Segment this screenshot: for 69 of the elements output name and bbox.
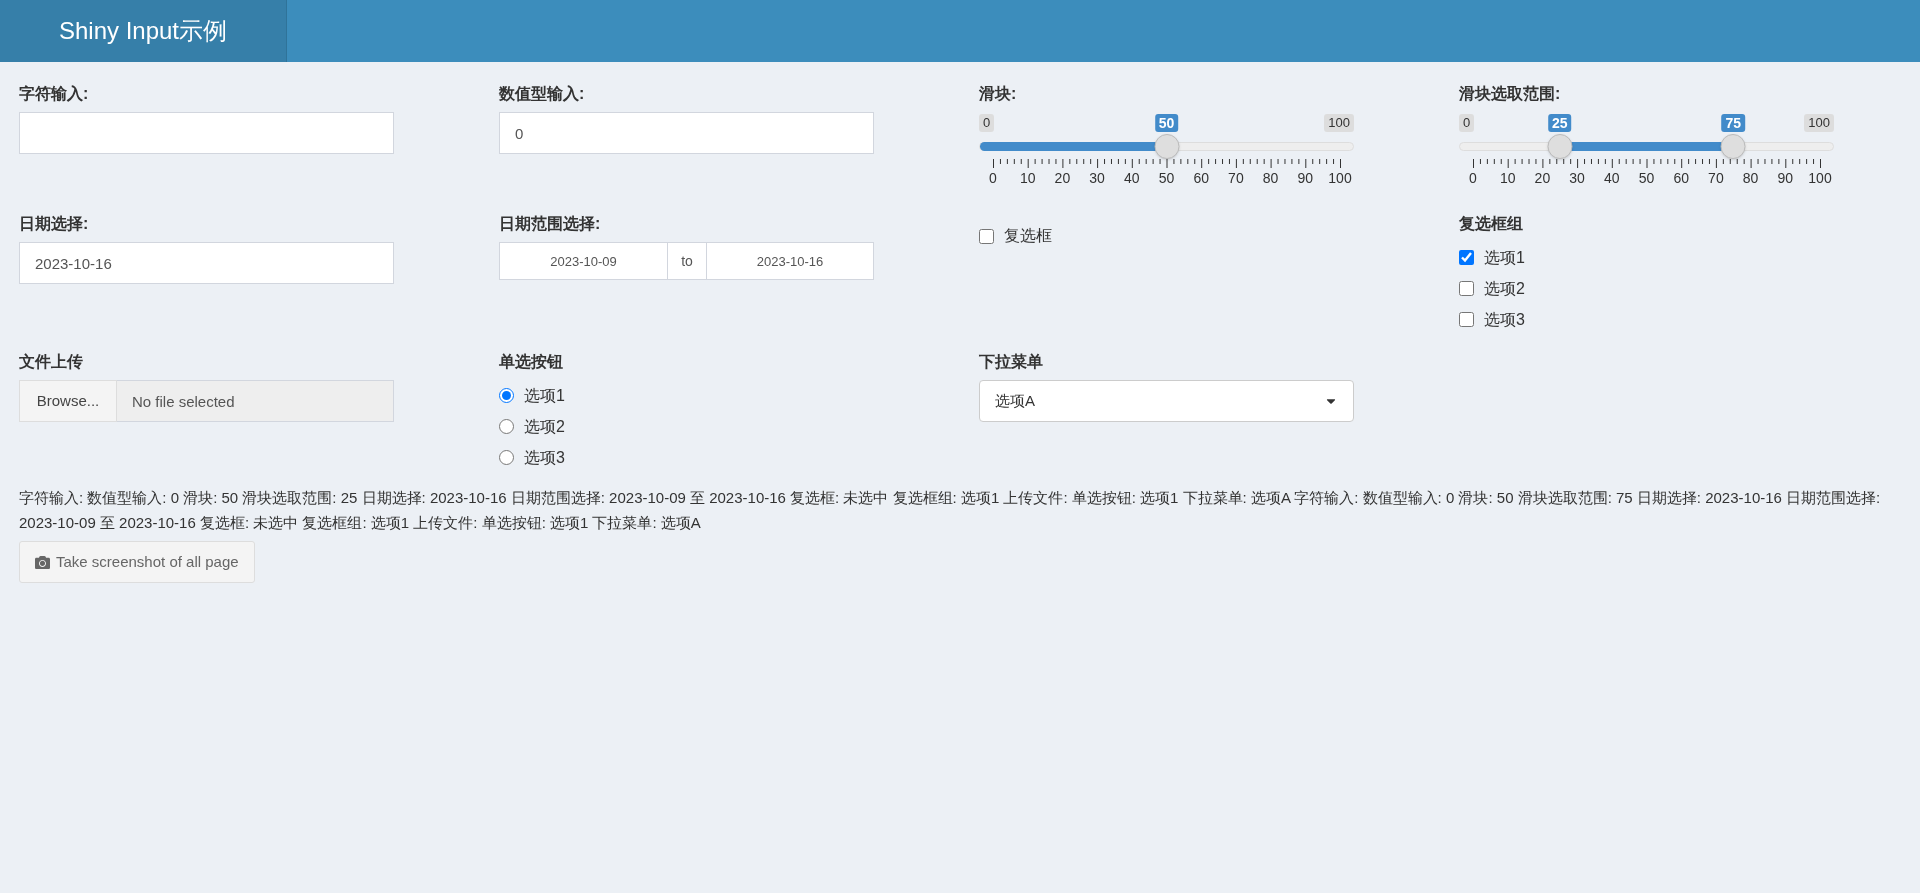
date-input-field[interactable]: 2023-10-16 <box>19 242 394 284</box>
checkbox[interactable] <box>1459 312 1474 327</box>
slider-handle[interactable] <box>1547 134 1573 159</box>
field-label: 下拉菜单 <box>979 352 1044 372</box>
field-label: 文件上传 <box>19 352 84 372</box>
tick-label: 60 <box>1673 169 1689 187</box>
checkbox-label: 选项2 <box>1484 278 1525 299</box>
radio-label: 选项3 <box>524 447 565 468</box>
checkbox-label: 选项1 <box>1484 247 1525 268</box>
slider-value-label: 75 <box>1721 114 1746 132</box>
tick-label: 80 <box>1742 169 1759 187</box>
slider-min-label: 0 <box>979 114 995 132</box>
slider-value-label: 50 <box>1154 114 1179 132</box>
radio-button[interactable] <box>499 450 514 465</box>
radio-label: 选项1 <box>524 385 565 406</box>
tick-label: 10 <box>1019 169 1036 187</box>
tick-label: 0 <box>1469 169 1477 187</box>
tick-label: 20 <box>1534 169 1551 187</box>
slider-handle[interactable] <box>1720 134 1746 159</box>
tick-label: 0 <box>989 169 997 187</box>
slider-max-label: 100 <box>1804 114 1834 132</box>
dropdown-select[interactable]: 选项A <box>979 380 1354 422</box>
checkbox[interactable] <box>979 228 994 244</box>
tick-label: 80 <box>1262 169 1279 187</box>
field-label: 滑块选取范围: <box>1459 84 1562 104</box>
tick-label: 40 <box>1124 169 1140 187</box>
tick-label: 50 <box>1638 169 1655 187</box>
text-input-field[interactable] <box>19 112 394 154</box>
tick-label: 100 <box>1328 169 1352 187</box>
tick-label: 30 <box>1089 169 1105 187</box>
app-title: Shiny Input示例 <box>0 0 287 62</box>
tick-label: 60 <box>1193 169 1209 187</box>
radio-button[interactable] <box>499 388 514 403</box>
radio-button[interactable] <box>499 419 514 434</box>
field-label: 字符输入: <box>19 84 90 104</box>
range-separator-text: to <box>681 251 693 271</box>
field-label: 日期选择: <box>19 214 90 234</box>
tick-label: 100 <box>1808 169 1832 187</box>
slider-handle[interactable] <box>1154 134 1179 159</box>
tick-label: 70 <box>1228 169 1244 187</box>
field-label: 单选按钮 <box>499 352 564 372</box>
file-name-field[interactable]: No file selected <box>117 380 394 422</box>
end-date-field[interactable]: 2023-10-16 <box>706 242 874 280</box>
tick-label: 10 <box>1499 169 1516 187</box>
tick-label: 90 <box>1297 169 1314 187</box>
output-text: 字符输入: 数值型输入: 0 滑块: 50 滑块选取范围: 25 日期选择: 2023-10-16 日期范围选择: 2023-10-09 至 2023-10-16 复选框: 未选中 复选框组: 选项1 上传文件: 单选按钮: 选项1 下拉菜单: 选项A 字符输入: 数值型输入: 0 滑块: 50 滑块选取范围: 75 日期选择: 2023-10-16 日期范围选择: 2023-10-09 至 2023-10-16 复选框: 未选中 复选框组: 选项1 上传文件: 单选按钮: 选项1 下拉菜单: 选项A <box>19 488 1882 533</box>
browse-button[interactable]: Browse... <box>19 380 117 422</box>
tick-label: 30 <box>1569 169 1585 187</box>
slider-value-label: 25 <box>1547 114 1572 132</box>
numeric-input-field[interactable]: 0 <box>499 112 874 154</box>
checkbox[interactable] <box>1459 250 1474 265</box>
field-label: 滑块: <box>979 84 1018 104</box>
tick-label: 40 <box>1604 169 1620 187</box>
camera-icon <box>35 554 50 570</box>
checkbox-label: 复选框 <box>1004 226 1052 246</box>
field-label: 复选框组 <box>1459 214 1524 234</box>
tick-label: 20 <box>1054 169 1071 187</box>
tick-label: 50 <box>1158 169 1175 187</box>
field-label: 数值型输入: <box>499 84 586 104</box>
field-label: 日期范围选择: <box>499 214 602 234</box>
slider-max-label: 100 <box>1324 114 1354 132</box>
tick-label: 90 <box>1777 169 1794 187</box>
tick-label: 70 <box>1708 169 1724 187</box>
screenshot-button[interactable]: Take screenshot of all page <box>19 541 255 583</box>
radio-label: 选项2 <box>524 416 565 437</box>
checkbox-label: 选项3 <box>1484 309 1525 330</box>
start-date-field[interactable]: 2023-10-09 <box>499 242 668 280</box>
checkbox[interactable] <box>1459 281 1474 296</box>
slider-min-label: 0 <box>1459 114 1475 132</box>
